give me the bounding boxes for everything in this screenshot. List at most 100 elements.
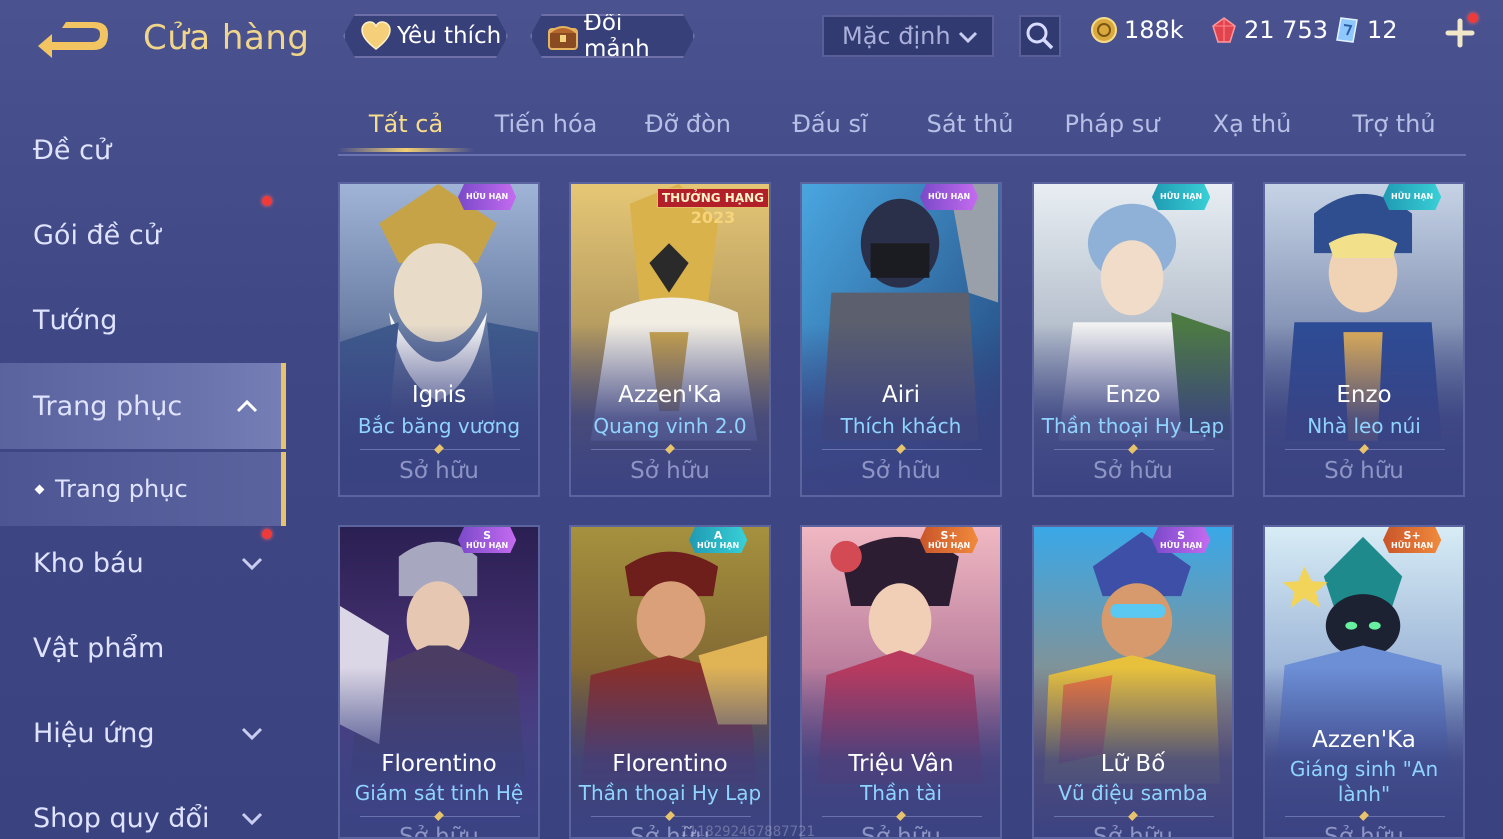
hero-name: Lữ Bố [1100, 751, 1166, 777]
page-title: Cửa hàng [143, 18, 310, 58]
limited-badge: HỮU HẠN [1152, 184, 1210, 210]
chevron-down-icon [241, 812, 263, 826]
skin-card[interactable]: S HỮU HẠN Lữ Bố Vũ điệu samba Sở hữu [1032, 525, 1234, 839]
tab-assassin[interactable]: Sát thủ [902, 110, 1038, 138]
hero-name: Triệu Vân [848, 751, 954, 777]
sidebar-item-treasure[interactable]: Kho báu [0, 520, 286, 606]
sidebar-item-skins[interactable]: Trang phục [0, 363, 286, 449]
back-arrow-icon [38, 22, 108, 58]
voucher-icon [1336, 17, 1358, 43]
skin-card[interactable]: HỮU HẠN Airi Thích khách Sở hữu [800, 182, 1002, 497]
ruby-currency: 21 753 [1210, 16, 1328, 44]
ruby-icon [1212, 17, 1236, 43]
skin-name: Thần tài [860, 781, 942, 805]
sidebar-item-effects[interactable]: Hiệu ứng [0, 690, 286, 776]
notification-dot [1468, 13, 1478, 23]
tier-badge: S+ HỮU HẠN [920, 527, 978, 553]
owned-status: Sở hữu [1324, 458, 1404, 484]
gold-currency: 188k [1090, 16, 1184, 44]
owned-status: Sở hữu [399, 824, 479, 839]
tab-label: Tiến hóa [494, 110, 598, 138]
tab-all[interactable]: Tất cả [338, 110, 474, 152]
rank-reward-badge: THƯỞNG HẠNG 2023 [657, 188, 769, 230]
tab-label: Đỡ đòn [644, 110, 732, 138]
bullet-icon [34, 484, 45, 494]
tab-label: Sát thủ [926, 110, 1014, 138]
tab-tank[interactable]: Đỡ đòn [620, 110, 756, 138]
exchange-label: Đổi mảnh [584, 10, 650, 62]
voucher-value: 12 [1367, 16, 1398, 44]
sidebar-item-label: Gói đề cử [33, 219, 161, 251]
skin-card[interactable]: A HỮU HẠN Florentino Thần thoại Hy Lạp Sở… [569, 525, 771, 839]
tab-label: Trợ thủ [1352, 110, 1436, 138]
limited-badge: HỮU HẠN [1383, 184, 1441, 210]
skin-name: Giám sát tinh Hệ [354, 781, 524, 805]
sidebar-item-label: Tướng [33, 304, 118, 336]
hero-name: Azzen'Ka [618, 382, 722, 408]
owned-status: Sở hữu [861, 458, 941, 484]
gold-coin-icon [1091, 17, 1117, 43]
hero-name: Enzo [1336, 382, 1392, 408]
sidebar-item-heroes[interactable]: Tướng [0, 277, 286, 363]
sidebar-item-label: Shop quy đổi [33, 802, 210, 834]
chevron-down-icon [958, 31, 978, 44]
sidebar-item-label: Trang phục [33, 390, 183, 422]
sidebar-subitem-skins[interactable]: Trang phục [0, 452, 286, 526]
hero-name: Azzen'Ka [1312, 727, 1416, 753]
sidebar-item-label: Vật phẩm [33, 632, 165, 664]
exchange-shards-button[interactable]: Đổi mảnh [530, 14, 695, 58]
tab-label: Tất cả [368, 110, 444, 138]
tab-mage[interactable]: Pháp sư [1044, 110, 1180, 138]
sort-selected-label: Mặc định [842, 22, 951, 50]
owned-status: Sở hữu [630, 458, 710, 484]
watermark-id: 1118292467887721 [680, 824, 815, 839]
owned-status: Sở hữu [1093, 824, 1173, 839]
limited-badge: HỮU HẠN [920, 184, 978, 210]
tab-evolution[interactable]: Tiến hóa [478, 110, 614, 138]
sidebar-item-exchange-shop[interactable]: Shop quy đổi [0, 775, 286, 839]
sidebar-item-featured[interactable]: Đề cử [0, 107, 286, 193]
notification-dot [262, 196, 272, 206]
chevron-up-icon [236, 399, 258, 413]
sort-dropdown[interactable]: Mặc định [822, 15, 994, 57]
favorites-label: Yêu thích [397, 23, 502, 49]
treasure-chest-icon [546, 19, 580, 53]
skin-card[interactable]: HỮU HẠN Enzo Thần thoại Hy Lạp Sở hữu [1032, 182, 1234, 497]
notification-dot [262, 529, 272, 539]
tier-badge: S HỮU HẠN [1152, 527, 1210, 553]
skin-card[interactable]: HỮU HẠN Ignis Bắc băng vương Sở hữu [338, 182, 540, 497]
search-icon [1026, 22, 1054, 50]
chevron-down-icon [241, 557, 263, 571]
owned-status: Sở hữu [861, 824, 941, 839]
skin-name: Thích khách [840, 414, 962, 438]
tab-marksman[interactable]: Xạ thủ [1184, 110, 1320, 138]
skin-card[interactable]: S+ HỮU HẠN Triệu Vân Thần tài Sở hữu [800, 525, 1002, 839]
category-tabs: Tất cả Tiến hóa Đỡ đòn Đấu sĩ Sát thủ Ph… [338, 100, 1466, 156]
back-button[interactable] [32, 20, 110, 62]
sidebar-item-featured-packs[interactable]: Gói đề cử [0, 192, 286, 278]
owned-status: Sở hữu [399, 458, 479, 484]
skin-card[interactable]: S HỮU HẠN Florentino Giám sát tinh Hệ Sở … [338, 525, 540, 839]
owned-status: Sở hữu [1324, 824, 1404, 839]
tab-label: Xạ thủ [1212, 110, 1292, 138]
search-button[interactable] [1019, 15, 1061, 57]
ruby-value: 21 753 [1244, 16, 1328, 44]
sidebar-item-label: Hiệu ứng [33, 717, 155, 749]
skin-card[interactable]: S+ HỮU HẠN Azzen'Ka Giáng sinh "An lành" … [1263, 525, 1465, 839]
skin-name: Thần thoại Hy Lạp [1041, 414, 1225, 438]
tab-label: Pháp sư [1064, 110, 1160, 138]
hero-name: Florentino [381, 751, 497, 777]
skin-name: Giáng sinh "An lành" [1289, 757, 1439, 806]
sidebar-item-label: Đề cử [33, 134, 112, 166]
skin-card[interactable]: THƯỞNG HẠNG 2023 Azzen'Ka Quang vinh 2.0… [569, 182, 771, 497]
sidebar-item-label: Kho báu [33, 547, 144, 579]
skin-card[interactable]: HỮU HẠN Enzo Nhà leo núi Sở hữu [1263, 182, 1465, 497]
tab-support[interactable]: Trợ thủ [1326, 110, 1462, 138]
skin-name: Bắc băng vương [357, 414, 521, 438]
tab-label: Đấu sĩ [792, 110, 868, 138]
sidebar-item-items[interactable]: Vật phẩm [0, 605, 286, 691]
tab-fighter[interactable]: Đấu sĩ [762, 110, 898, 138]
favorites-button[interactable]: Yêu thích [343, 14, 508, 58]
hero-name: Florentino [612, 751, 728, 777]
tier-badge: A HỮU HẠN [689, 527, 747, 553]
